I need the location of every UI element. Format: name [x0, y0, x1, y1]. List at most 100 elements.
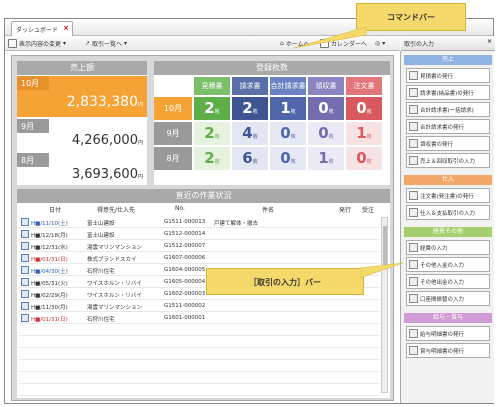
- table-row[interactable]: H■/01/31(日) 株式ブランドスカイ G1607-000006: [19, 253, 379, 264]
- count-cell[interactable]: 0枚: [346, 97, 382, 120]
- side-button-label: 口座間振替の入力: [420, 296, 465, 303]
- unit: 枚: [366, 159, 372, 165]
- table-row[interactable]: H■/12/18(月) 富士山建設 G1512-000014: [19, 229, 379, 240]
- sales-row-0[interactable]: 10月 2,833,380円: [17, 76, 147, 117]
- deal-list-label: 取引一覧へ: [92, 41, 123, 48]
- cell-client: 株式ブランドスカイ: [87, 257, 137, 263]
- count-cell[interactable]: 0枚: [308, 97, 344, 120]
- table-row[interactable]: [19, 325, 379, 336]
- scrollbar[interactable]: [381, 217, 388, 393]
- close-icon[interactable]: ×: [487, 38, 492, 45]
- count-value: 2: [242, 99, 253, 117]
- document-icon: [409, 88, 418, 97]
- table-row[interactable]: [19, 361, 379, 372]
- tab-dashboard[interactable]: ダッシュボード ×: [11, 21, 73, 36]
- unit: 枚: [252, 159, 258, 165]
- table-row[interactable]: H■/11/10(土) 富士山建設 G1511-000013 戸建て解体・撤去: [19, 217, 379, 228]
- yen-unit: 円: [137, 140, 143, 146]
- count-cell[interactable]: 2枚: [194, 122, 230, 145]
- side-button[interactable]: 合計請求書(一括請求): [406, 102, 490, 117]
- side-button[interactable]: 領収書の発行: [406, 136, 490, 151]
- count-cell[interactable]: 0枚: [346, 147, 382, 170]
- month-label: 9月: [154, 122, 192, 145]
- table-row[interactable]: [19, 385, 379, 396]
- table-row[interactable]: [19, 349, 379, 360]
- cell-client: 石狩川住宅: [87, 317, 115, 323]
- count-cell[interactable]: 0枚: [270, 122, 306, 145]
- unit: 枚: [366, 134, 372, 140]
- arrow-icon: ↗: [85, 40, 91, 47]
- count-value: 2: [204, 99, 215, 117]
- unit: 枚: [366, 109, 372, 115]
- side-button[interactable]: 請求書(納品書)の発行: [406, 85, 490, 100]
- side-button[interactable]: 見積書の発行: [406, 68, 490, 83]
- col-header: 注文書: [346, 77, 382, 95]
- side-button[interactable]: 給与明細書の発行: [406, 326, 490, 341]
- document-icon: [409, 105, 418, 114]
- callout-label: ［取引の入力］バー: [249, 278, 321, 287]
- count-cell[interactable]: 4枚: [232, 122, 268, 145]
- recent-title: 直近の作業状況: [17, 189, 390, 203]
- side-button-label: 経費の入力: [420, 245, 448, 252]
- col-header-subject: 件名: [262, 207, 275, 214]
- col-header: 合計請求書: [270, 77, 306, 95]
- document-icon: [409, 139, 418, 148]
- side-button-label: 売上＆回収取引の入力: [420, 158, 476, 165]
- count-value: 0: [280, 149, 291, 167]
- cell-client: 富士山建設: [87, 233, 115, 239]
- side-button[interactable]: 仕入＆支払取引の入力: [406, 205, 490, 220]
- count-value: 1: [280, 99, 291, 117]
- count-cell[interactable]: 1枚: [346, 122, 382, 145]
- unit: 枚: [252, 109, 258, 115]
- count-cell[interactable]: 6枚: [232, 147, 268, 170]
- side-button[interactable]: その他出金の入力: [406, 274, 490, 289]
- count-value: 1: [356, 124, 367, 142]
- side-button[interactable]: 売上＆回収取引の入力: [406, 153, 490, 168]
- table-row[interactable]: H■/11/30(月) 湯雲マリンマンション G1511-000002: [19, 301, 379, 312]
- sales-amount: 4,266,000円: [72, 133, 143, 148]
- count-cell[interactable]: 1枚: [270, 97, 306, 120]
- cell-no: G1512-000007: [164, 243, 206, 249]
- month-label: 10月: [17, 76, 49, 90]
- help-icon: ◎: [375, 40, 381, 47]
- side-button[interactable]: 注文書(発注書)の発行: [406, 188, 490, 203]
- side-button[interactable]: その他入金の入力: [406, 257, 490, 272]
- sales-row-2[interactable]: 8月 3,693,600円: [17, 153, 147, 185]
- deal-list-button[interactable]: ↗ 取引一覧へ ▾: [85, 38, 127, 49]
- side-button[interactable]: 賞与明細書の発行: [406, 343, 490, 358]
- document-icon: [21, 242, 29, 250]
- count-value: 2: [204, 124, 215, 142]
- change-display-button[interactable]: 表示内容の変更 ▾: [8, 38, 66, 49]
- count-cell[interactable]: 0枚: [270, 147, 306, 170]
- table-row[interactable]: H■/12/31(水) 湯雲マリンマンション G1512-000007: [19, 241, 379, 252]
- side-section-title: 経費その他: [404, 227, 492, 237]
- help-button[interactable]: ◎ ▾: [375, 38, 385, 49]
- document-icon: [409, 208, 418, 217]
- cell-client: ワイスホルン・リバイ: [87, 281, 142, 287]
- side-button[interactable]: 合計請求書の発行: [406, 119, 490, 134]
- count-cell[interactable]: 1枚: [308, 147, 344, 170]
- cell-client: ワイスホルン・リバイ: [87, 293, 142, 299]
- side-button[interactable]: 経費の入力: [406, 240, 490, 255]
- month-label: 9月: [17, 119, 49, 133]
- close-icon[interactable]: ×: [63, 24, 69, 32]
- sales-row-1[interactable]: 9月 4,266,000円: [17, 119, 147, 151]
- scroll-thumb[interactable]: [383, 226, 387, 266]
- cell-no: G1604-000005: [164, 267, 206, 273]
- count-cell[interactable]: 2枚: [194, 97, 230, 120]
- unit: 枚: [328, 159, 334, 165]
- home-icon: ⌂: [280, 40, 284, 47]
- count-cell[interactable]: 2枚: [194, 147, 230, 170]
- unit: 枚: [252, 134, 258, 140]
- count-cell[interactable]: 0枚: [308, 122, 344, 145]
- table-row[interactable]: H■/01/31(日) 石狩川住宅 G1601-000001: [19, 313, 379, 324]
- registered-title: 登録枚数: [154, 61, 390, 75]
- count-cell[interactable]: 2枚: [232, 97, 268, 120]
- unit: 枚: [328, 134, 334, 140]
- count-value: 0: [280, 124, 291, 142]
- callout-pointer: [293, 27, 367, 49]
- table-row[interactable]: [19, 373, 379, 384]
- side-button[interactable]: 口座間振替の入力: [406, 291, 490, 306]
- amount-value: 2,833,380: [66, 94, 138, 110]
- table-row[interactable]: [19, 337, 379, 348]
